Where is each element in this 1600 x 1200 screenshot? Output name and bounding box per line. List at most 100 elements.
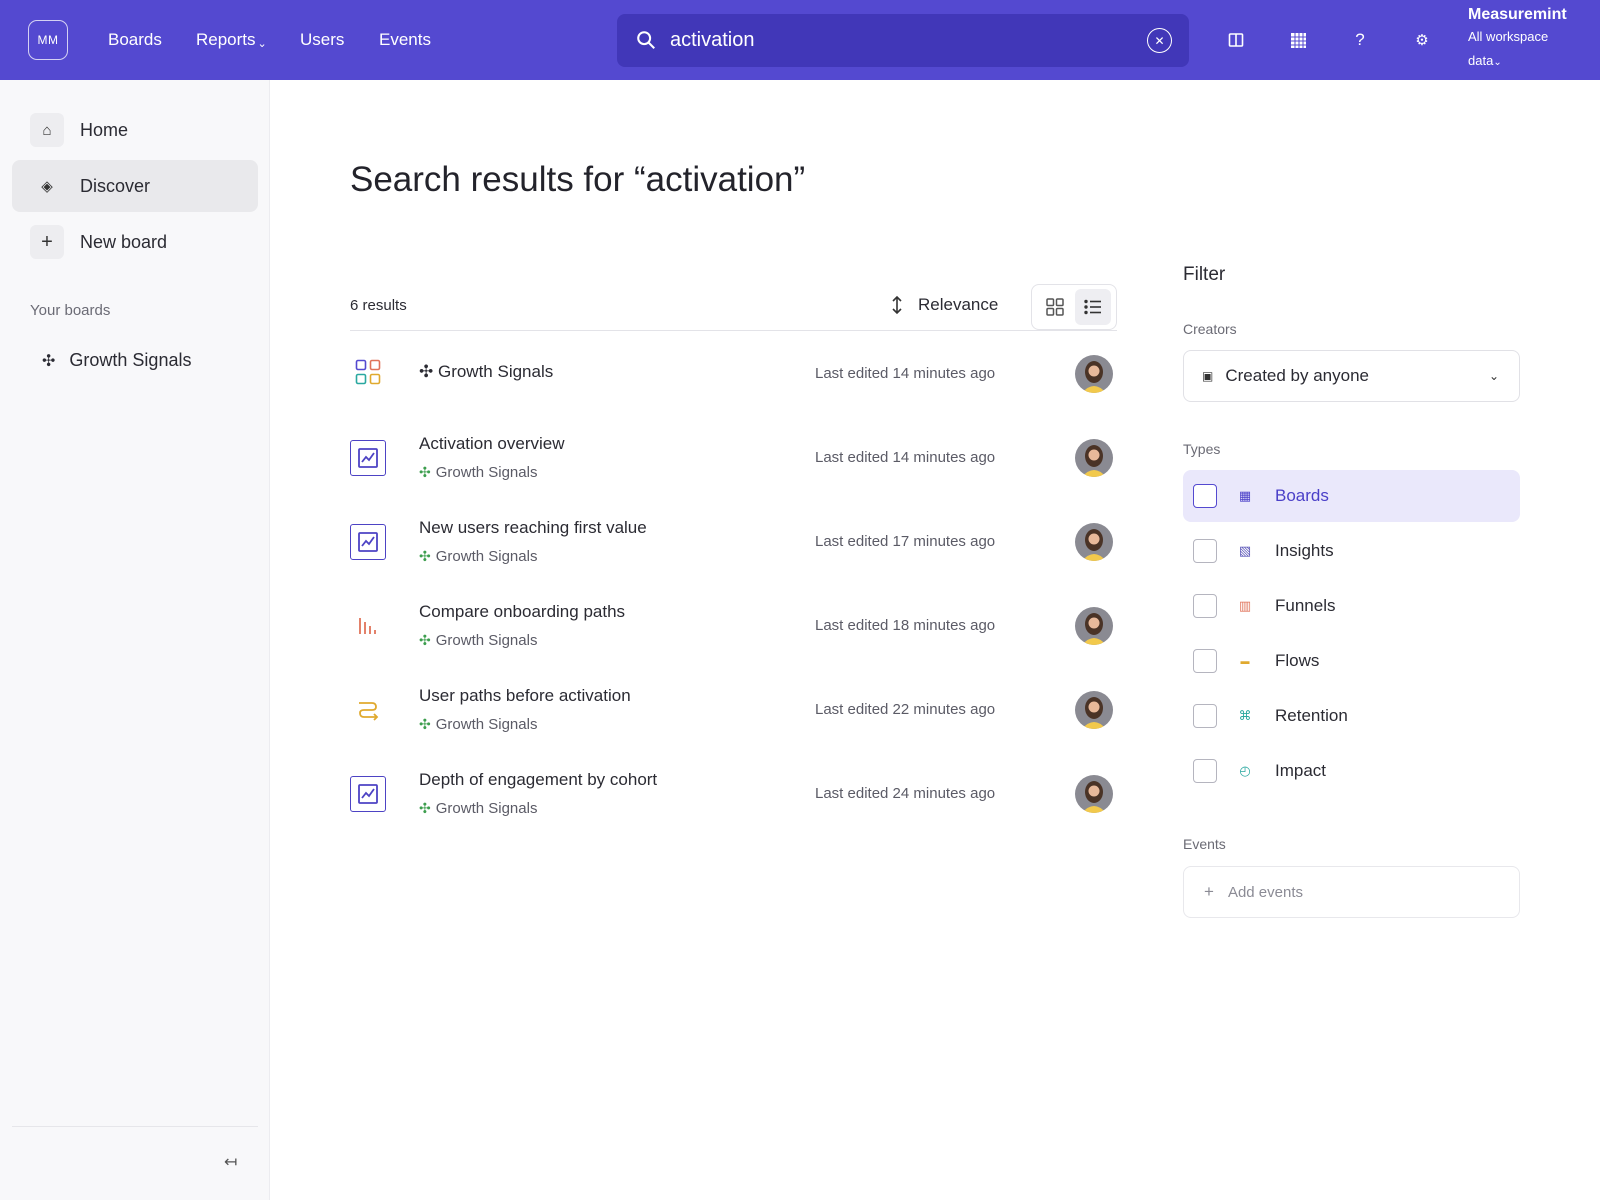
insight-icon xyxy=(350,524,386,560)
result-edited: Last edited 24 minutes ago xyxy=(815,785,996,802)
list-view-button[interactable] xyxy=(1075,289,1111,325)
creator-value: Created by anyone xyxy=(1225,366,1369,385)
type-filter-impact[interactable]: ◴ Impact xyxy=(1183,745,1520,797)
type-filter-boards[interactable]: ▦ Boards xyxy=(1183,470,1520,522)
type-label: Insights xyxy=(1275,541,1334,560)
flows-checkbox[interactable] xyxy=(1193,649,1217,673)
funnels-icon: ▥ xyxy=(1238,598,1252,613)
search-bar[interactable]: activation ✕ xyxy=(617,14,1189,67)
creator-icon: ▣ xyxy=(1202,369,1214,383)
types-label: Types xyxy=(1183,441,1221,457)
nav-events-label: Events xyxy=(379,30,431,49)
help-icon[interactable]: ? xyxy=(1348,28,1372,52)
result-board-label: Growth Signals xyxy=(435,800,538,817)
result-title[interactable]: Depth of engagement by cohort xyxy=(419,770,657,790)
settings-icon[interactable]: ⚙ xyxy=(1410,28,1434,52)
creators-label: Creators xyxy=(1183,321,1237,337)
type-label: Funnels xyxy=(1275,596,1336,615)
result-title[interactable]: ✣ Growth Signals xyxy=(419,362,553,382)
results-count: 6 results xyxy=(350,297,407,314)
plus-icon: + xyxy=(30,225,64,259)
result-board-label: Growth Signals xyxy=(435,548,538,565)
sort-button[interactable]: Relevance xyxy=(890,295,998,315)
calendar-grid-icon[interactable] xyxy=(1286,28,1310,52)
nav-users-label: Users xyxy=(300,30,345,49)
result-row[interactable]: User paths before activation ✣ Growth Sig… xyxy=(350,668,1117,752)
board-icon: ✣ xyxy=(42,352,56,370)
boards-icon: ▦ xyxy=(1238,488,1252,503)
result-row[interactable]: New users reaching first value ✣ Growth S… xyxy=(350,500,1117,584)
sidebar-item-label: Discover xyxy=(80,175,151,196)
retention-checkbox[interactable] xyxy=(1193,704,1217,728)
type-filter-insights[interactable]: ▧ Insights xyxy=(1183,525,1520,577)
sidebar-item-discover[interactable]: ◈ Discover xyxy=(12,160,258,212)
result-row[interactable]: ✣ Growth Signals Last edited 14 minutes … xyxy=(350,332,1117,416)
home-icon: ⌂ xyxy=(30,113,64,147)
avatar[interactable] xyxy=(1075,439,1113,477)
nav-events[interactable]: Events xyxy=(379,0,431,80)
sidebar-item-new-board[interactable]: + New board xyxy=(12,216,258,268)
board-icon: ✣ xyxy=(419,716,431,732)
nav-users[interactable]: Users xyxy=(300,0,344,80)
result-edited: Last edited 18 minutes ago xyxy=(815,617,996,634)
clear-search-icon[interactable]: ✕ xyxy=(1147,28,1172,53)
insight-icon xyxy=(350,776,386,812)
events-label: Events xyxy=(1183,836,1226,852)
flows-icon: ▬ xyxy=(1240,656,1250,666)
nav-reports[interactable]: Reports ⌄ xyxy=(196,0,267,80)
result-edited: Last edited 14 minutes ago xyxy=(815,365,996,382)
impact-checkbox[interactable] xyxy=(1193,759,1217,783)
chevron-down-icon: ⌄ xyxy=(1488,369,1499,383)
type-filter-flows[interactable]: ▬ Flows xyxy=(1183,635,1520,687)
avatar[interactable] xyxy=(1075,607,1113,645)
insights-icon: ▧ xyxy=(1238,543,1252,558)
retention-icon: ⌘ xyxy=(1238,708,1252,723)
search-input[interactable]: activation xyxy=(670,29,755,52)
boards-checkbox[interactable] xyxy=(1193,484,1217,508)
result-board-label: Growth Signals xyxy=(435,716,538,733)
workspace-logo[interactable]: MM xyxy=(28,20,68,60)
sidebar-item-label: Home xyxy=(80,119,129,140)
result-row[interactable]: Depth of engagement by cohort ✣ Growth Si… xyxy=(350,752,1117,836)
filter-title: Filter xyxy=(1183,264,1226,285)
workspace-label: All workspace data xyxy=(1468,29,1549,68)
layout-icon[interactable] xyxy=(1224,28,1248,52)
avatar[interactable] xyxy=(1075,523,1113,561)
grid-view-button[interactable] xyxy=(1037,289,1073,325)
type-filter-funnels[interactable]: ▥ Funnels xyxy=(1183,580,1520,632)
your-boards-heading: Your boards xyxy=(30,302,111,319)
collapse-sidebar-icon[interactable]: ↤ xyxy=(224,1152,237,1172)
result-board: ✣ Growth Signals xyxy=(419,632,537,649)
type-filter-retention[interactable]: ⌘ Retention xyxy=(1183,690,1520,742)
account-menu[interactable]: Measuremint All workspace data⌄ xyxy=(1468,6,1578,75)
avatar[interactable] xyxy=(1075,355,1113,393)
result-row[interactable]: Activation overview ✣ Growth Signals Last… xyxy=(350,416,1117,500)
result-edited: Last edited 22 minutes ago xyxy=(815,701,996,718)
add-events-button[interactable]: + Add events xyxy=(1183,866,1520,918)
list-icon xyxy=(1084,299,1101,315)
result-board: ✣ Growth Signals xyxy=(419,716,537,733)
result-row[interactable]: Compare onboarding paths ✣ Growth Signals… xyxy=(350,584,1117,668)
discover-icon: ◈ xyxy=(41,178,53,195)
result-title[interactable]: User paths before activation xyxy=(419,686,631,706)
result-title[interactable]: New users reaching first value xyxy=(419,518,647,538)
chevron-down-icon: ⌄ xyxy=(257,37,267,50)
board-icon: ✣ xyxy=(419,800,431,816)
creators-dropdown[interactable]: ▣ Created by anyone ⌄ xyxy=(1183,350,1520,402)
workspace-selector[interactable]: All workspace data⌄ xyxy=(1468,25,1578,75)
view-toggle xyxy=(1031,284,1117,330)
funnels-checkbox[interactable] xyxy=(1193,594,1217,618)
account-name: Measuremint xyxy=(1468,6,1567,23)
sidebar-item-home[interactable]: ⌂ Home xyxy=(12,104,258,156)
avatar[interactable] xyxy=(1075,691,1113,729)
result-title[interactable]: Activation overview xyxy=(419,434,565,454)
result-edited: Last edited 14 minutes ago xyxy=(815,449,996,466)
type-label: Flows xyxy=(1275,651,1320,670)
avatar[interactable] xyxy=(1075,775,1113,813)
nav-reports-label: Reports xyxy=(196,30,256,49)
nav-boards[interactable]: Boards xyxy=(108,0,162,80)
result-title[interactable]: Compare onboarding paths xyxy=(419,602,625,622)
sidebar-board-growth-signals[interactable]: ✣ Growth Signals xyxy=(42,350,191,371)
insights-checkbox[interactable] xyxy=(1193,539,1217,563)
nav-boards-label: Boards xyxy=(108,30,162,49)
